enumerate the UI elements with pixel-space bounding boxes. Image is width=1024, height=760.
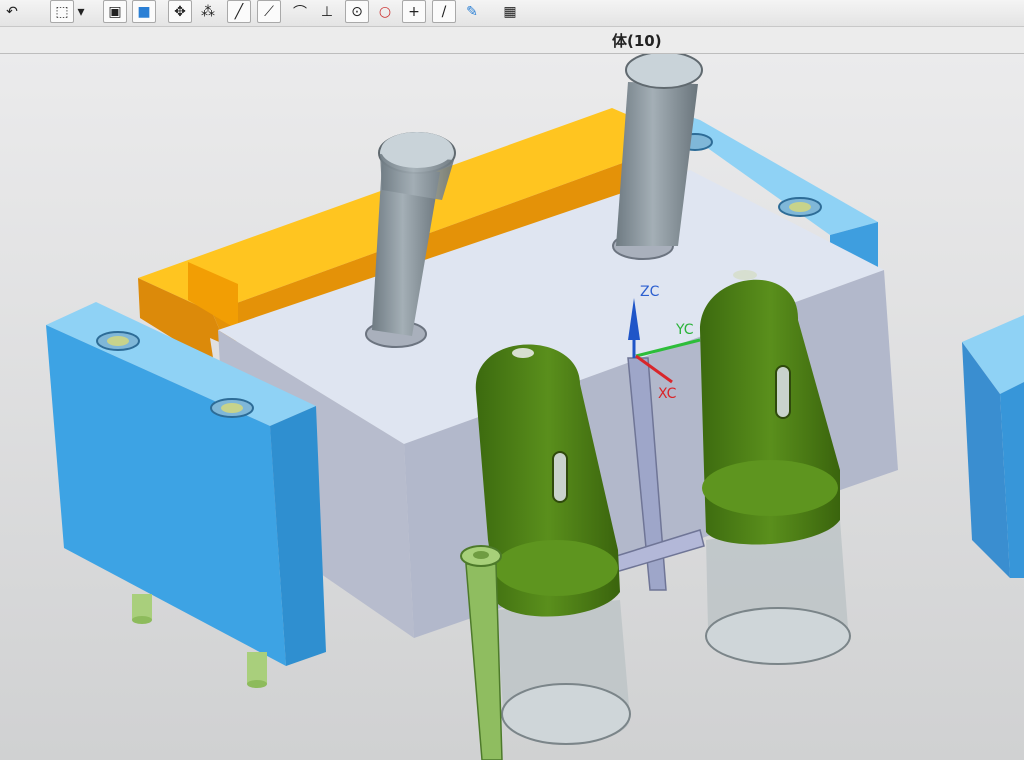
select-box-icon[interactable]: ⬚ xyxy=(50,0,74,23)
line-icon[interactable]: ╱ xyxy=(227,0,251,23)
dropdown-arrow-icon[interactable]: ▾ xyxy=(74,0,88,23)
toolbar: ↶ ⬚ ▾ ▣ ■ ✥ ⁂ ╱ ⟋ ⌒ ⊥ ⊙ ○ + / ✎ ▦ xyxy=(0,0,1024,27)
snap-points-icon[interactable]: ⁂ xyxy=(196,0,220,23)
solid-cube-icon[interactable]: ■ xyxy=(132,0,156,23)
tangent-icon[interactable]: ⊥ xyxy=(315,0,339,23)
shaded-view-icon[interactable]: ▣ xyxy=(103,0,127,23)
graphics-viewport[interactable]: ZC YC XC xyxy=(0,54,1024,760)
arc-icon[interactable]: ⌒ xyxy=(288,0,312,23)
slash-icon[interactable]: / xyxy=(432,0,456,23)
selection-count-label: 体(10) xyxy=(612,32,662,50)
table-icon[interactable]: ▦ xyxy=(498,0,522,23)
edit-icon[interactable]: ✎ xyxy=(460,0,484,23)
y-axis-label: YC xyxy=(675,322,694,338)
snap-grid-icon[interactable]: ✥ xyxy=(168,0,192,23)
selection-status-bar xyxy=(0,27,1024,54)
center-point-icon[interactable]: ⊙ xyxy=(345,0,369,23)
crosshair-icon[interactable]: + xyxy=(402,0,426,23)
diagonal-line-icon[interactable]: ⟋ xyxy=(257,0,281,23)
rotate-icon[interactable]: ↶ xyxy=(0,0,24,23)
x-axis-label: XC xyxy=(658,386,677,402)
z-axis-label: ZC xyxy=(640,284,660,300)
circle-icon[interactable]: ○ xyxy=(373,0,397,23)
